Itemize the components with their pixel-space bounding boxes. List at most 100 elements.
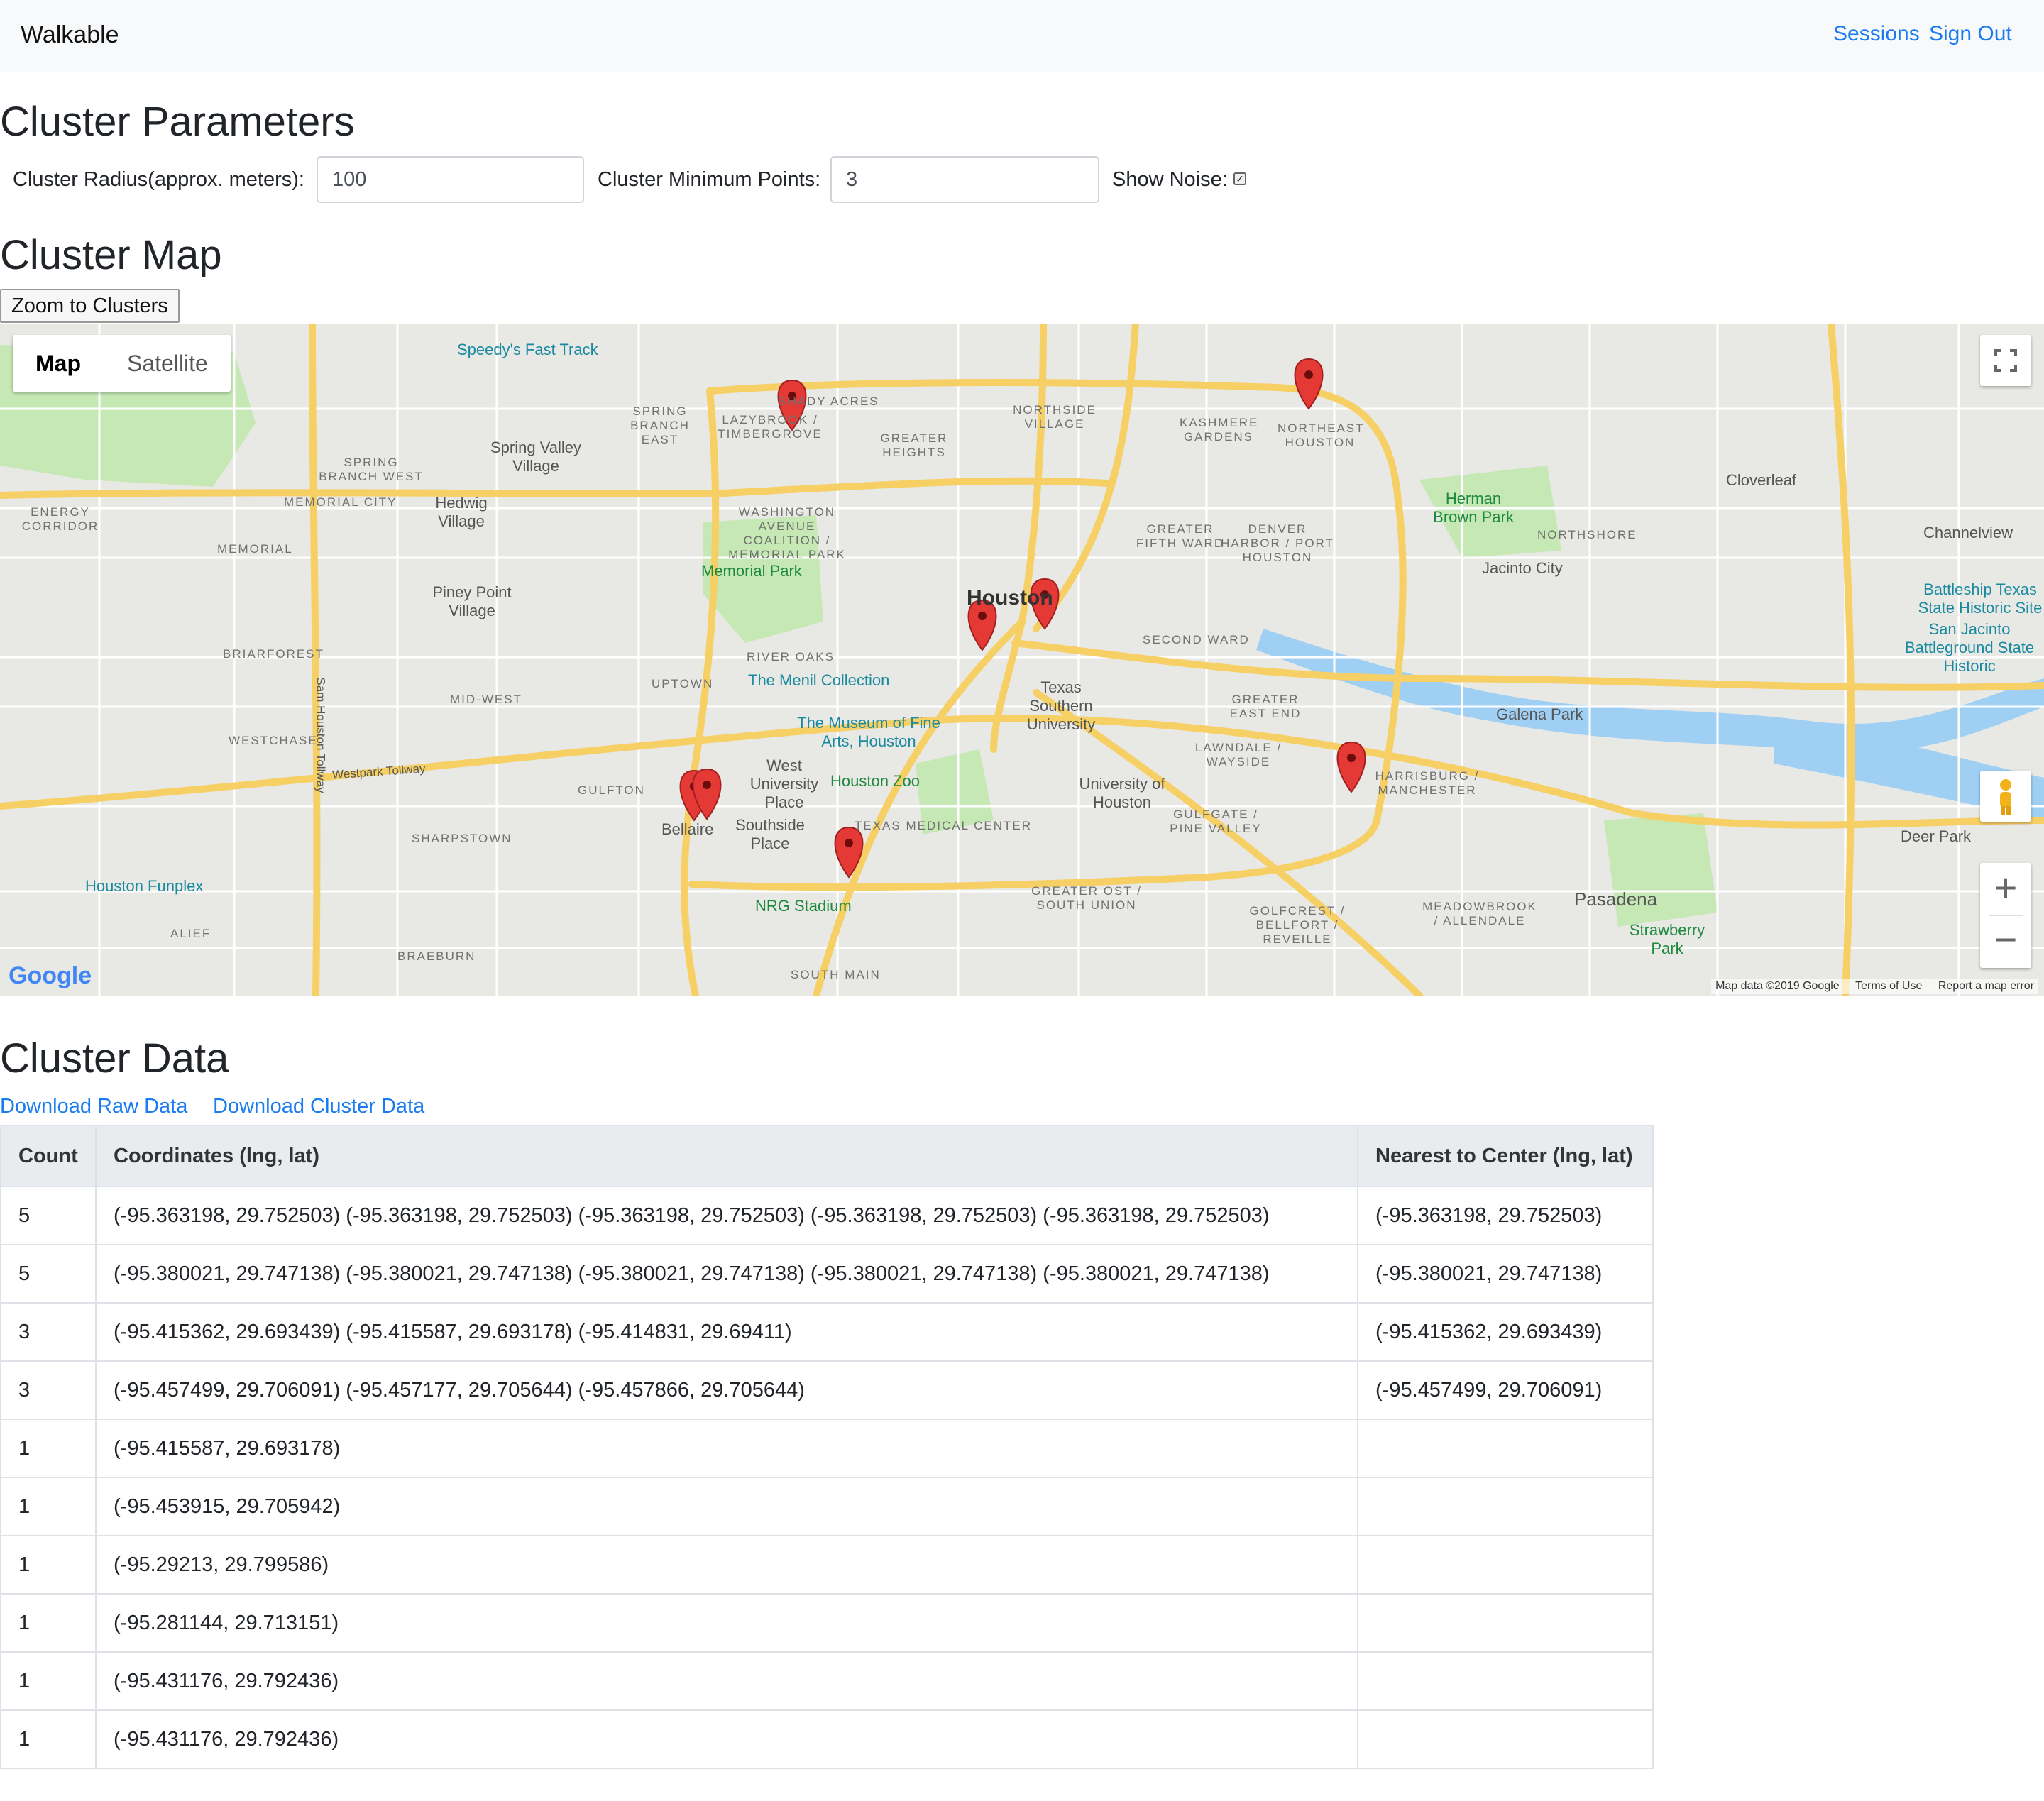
map-label-medical: TEXAS MEDICAL CENTER	[855, 819, 1033, 832]
map-label-spring-branch-east: SPRING BRANCH EAST	[630, 404, 690, 446]
map-label-golfcrest: GOLFCREST / BELLFORT / REVEILLE	[1249, 904, 1346, 946]
map-label-cloverleaf: Cloverleaf	[1726, 471, 1797, 489]
coordinates-cell: (-95.29213, 29.799586)	[95, 1535, 1358, 1595]
map-attribution: Map data ©2019 Google Terms of Use Repor…	[1711, 979, 2038, 994]
map-data-text: Map data ©2019 Google	[1715, 980, 1840, 992]
map-type-map-button[interactable]: Map	[13, 335, 104, 392]
show-noise-label: Show Noise:	[1112, 168, 1228, 191]
report-map-error-link[interactable]: Report a map error	[1938, 980, 2034, 992]
map-label-denver: DENVER HARBOR / PORT HOUSTON	[1221, 522, 1334, 564]
map-label-san-jacinto: San Jacinto Battleground State Historic	[1904, 620, 2035, 675]
nearest-center-cell: (-95.363198, 29.752503)	[1357, 1186, 1654, 1245]
map-label-westchase: WESTCHASE	[229, 734, 318, 747]
coordinates-cell: (-95.457499, 29.706091) (-95.457177, 29.…	[95, 1360, 1358, 1420]
map-label-northshore: NORTHSHORE	[1537, 528, 1637, 541]
table-row: 5 (-95.363198, 29.752503) (-95.363198, 29…	[0, 1186, 1654, 1245]
navbar: Walkable Sessions Sign Out	[0, 0, 2044, 72]
map-label-tsu: Texas Southern University	[1026, 678, 1096, 733]
zoom-to-clusters-button[interactable]: Zoom to Clusters	[0, 289, 180, 323]
map-label-fifth-ward: GREATER FIFTH WARD	[1136, 522, 1225, 550]
map-label-northside: NORTHSIDE VILLAGE	[1013, 403, 1097, 431]
sign-out-link[interactable]: Sign Out	[1929, 22, 2012, 46]
zoom-in-icon[interactable]: +	[1980, 863, 2031, 915]
cluster-data-table: Count Coordinates (lng, lat) Nearest to …	[0, 1125, 1654, 1769]
min-points-input[interactable]	[830, 156, 1099, 203]
map-label-herman: Herman Brown Park	[1433, 490, 1514, 526]
coordinates-cell: (-95.380021, 29.747138) (-95.380021, 29.…	[95, 1244, 1358, 1304]
nearest-center-cell	[1357, 1477, 1654, 1536]
radius-input[interactable]	[317, 156, 584, 203]
map-label-spring-valley: Spring Valley Village	[490, 439, 581, 475]
brand-logo[interactable]: Walkable	[21, 21, 119, 49]
street-view-button[interactable]	[1980, 771, 2031, 822]
map-label-deer-park: Deer Park	[1901, 827, 1972, 845]
nearest-center-header: Nearest to Center (lng, lat)	[1357, 1125, 1654, 1187]
sessions-link[interactable]: Sessions	[1833, 22, 1920, 46]
nearest-center-cell	[1357, 1535, 1654, 1595]
map-label-harrisburg: HARRISBURG / MANCHESTER	[1375, 769, 1480, 797]
map-label-kashmere: KASHMERE GARDENS	[1180, 416, 1259, 444]
map-type-satellite-button[interactable]: Satellite	[104, 335, 231, 392]
count-cell: 1	[0, 1477, 97, 1536]
count-cell: 3	[0, 1302, 97, 1362]
cluster-marker[interactable]	[1294, 358, 1324, 410]
count-cell: 1	[0, 1593, 97, 1653]
cluster-marker[interactable]	[1336, 741, 1366, 793]
map-label-menil: The Menil Collection	[748, 671, 890, 689]
map-label-lazybrook: LAZYBROOK / TIMBERGROVE	[718, 413, 823, 441]
map-label-mid-west: MID-WEST	[450, 693, 522, 706]
map-label-alief: ALIEF	[170, 927, 211, 940]
map-label-lawndale: LAWNDALE / WAYSIDE	[1194, 741, 1282, 769]
map-label-south-main: SOUTH MAIN	[791, 968, 881, 981]
google-logo: Google	[9, 962, 92, 989]
terms-of-use-link[interactable]: Terms of Use	[1855, 980, 1922, 992]
map-label-wup: West University Place	[749, 756, 819, 811]
count-cell: 5	[0, 1186, 97, 1245]
map-label-memorial-park: Memorial Park	[701, 562, 802, 580]
table-row: 1 (-95.29213, 29.799586)	[0, 1535, 1654, 1595]
map-label-nrg: NRG Stadium	[755, 897, 852, 915]
map-label-southside: Southside Place	[735, 816, 805, 852]
coordinates-cell: (-95.363198, 29.752503) (-95.363198, 29.…	[95, 1186, 1358, 1245]
table-row: 5 (-95.380021, 29.747138) (-95.380021, 29…	[0, 1244, 1654, 1304]
count-cell: 1	[0, 1709, 97, 1769]
nearest-center-cell	[1357, 1709, 1654, 1769]
map-label-museum: The Museum of Fine Arts, Houston	[797, 714, 940, 750]
min-points-label: Cluster Minimum Points:	[598, 168, 821, 191]
fullscreen-button[interactable]	[1980, 335, 2031, 386]
table-row: 1 (-95.431176, 29.792436)	[0, 1651, 1654, 1711]
coordinates-cell: (-95.415362, 29.693439) (-95.415587, 29.…	[95, 1302, 1358, 1362]
nearest-center-cell: (-95.457499, 29.706091)	[1357, 1360, 1654, 1420]
map-label-energy: ENERGY CORRIDOR	[21, 505, 99, 533]
table-row: 1 (-95.281144, 29.713151)	[0, 1593, 1654, 1653]
show-noise-checkbox[interactable]: ✓	[1233, 172, 1246, 185]
cluster-data-heading: Cluster Data	[0, 1035, 229, 1081]
map-label-greater-ost: GREATER OST / SOUTH UNION	[1031, 884, 1142, 912]
nearest-center-cell	[1357, 1419, 1654, 1478]
map-label-uh: University of Houston	[1079, 775, 1165, 811]
nearest-center-cell	[1357, 1651, 1654, 1711]
map-label-river-oaks: RIVER OAKS	[747, 650, 835, 663]
table-row: 1 (-95.431176, 29.792436)	[0, 1709, 1654, 1769]
count-cell: 1	[0, 1651, 97, 1711]
coordinates-cell: (-95.431176, 29.792436)	[95, 1651, 1358, 1711]
download-cluster-data-link[interactable]: Download Cluster Data	[213, 1095, 424, 1118]
map-label-sharpstown: SHARPSTOWN	[412, 832, 512, 845]
map-label-zoo: Houston Zoo	[830, 772, 920, 790]
zoom-control: + −	[1980, 863, 2031, 968]
map-label-galena: Galena Park	[1496, 705, 1583, 723]
nearest-center-cell	[1357, 1593, 1654, 1653]
cluster-map[interactable]: Houston Bellaire Pasadena Memorial Park …	[0, 324, 2044, 996]
map-label-shady-acres: SHADY ACRES	[778, 395, 879, 408]
map-label-piney-point: Piney Point Village	[432, 583, 512, 619]
nearest-center-cell: (-95.380021, 29.747138)	[1357, 1244, 1654, 1304]
map-label-uptown: UPTOWN	[652, 677, 714, 690]
map-label-greater-east-end: GREATER EAST END	[1229, 693, 1302, 720]
map-label-channelview: Channelview	[1923, 524, 2013, 541]
zoom-out-icon[interactable]: −	[1980, 916, 2031, 968]
download-raw-data-link[interactable]: Download Raw Data	[0, 1095, 187, 1118]
map-label-gulfton: GULFTON	[578, 783, 645, 797]
map-label-pasadena: Pasadena	[1574, 888, 1658, 910]
map-label-braeburn: BRAEBURN	[397, 949, 476, 963]
map-label-second-ward: SECOND WARD	[1143, 633, 1250, 646]
